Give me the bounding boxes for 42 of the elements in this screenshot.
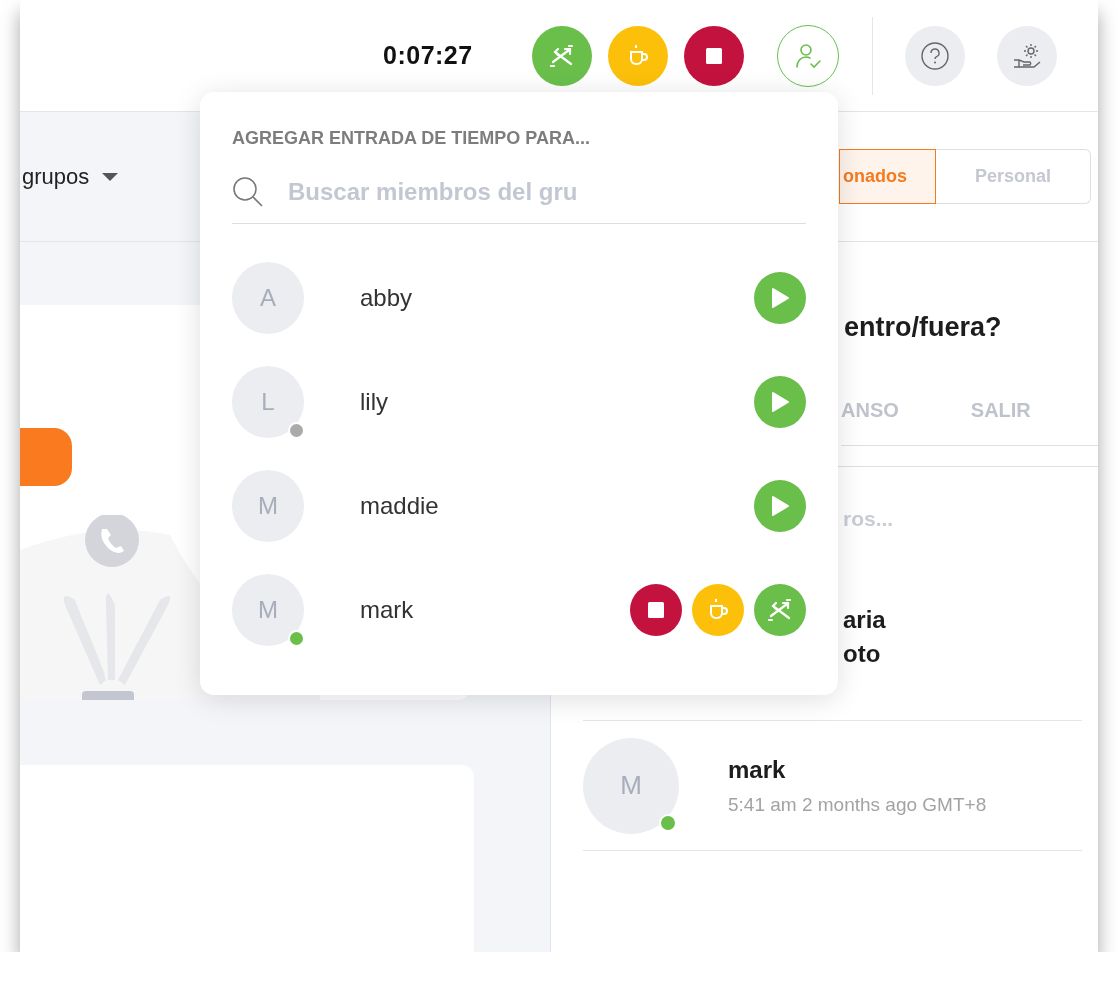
popup-title: AGREGAR ENTRADA DE TIEMPO PARA... <box>232 128 591 149</box>
member-name: mark <box>728 755 787 784</box>
timer-text: 0:07:27 <box>383 41 474 70</box>
play-icon <box>770 391 790 413</box>
member-search-field[interactable]: Buscar miembros del gru <box>288 177 806 206</box>
member-name: mark <box>360 596 415 624</box>
start-button[interactable] <box>754 272 806 324</box>
avatar: M <box>232 470 304 542</box>
play-icon <box>770 287 790 309</box>
tab[interactable]: ANSO <box>841 395 899 425</box>
avatar: M <box>583 737 679 834</box>
avatar: L <box>232 366 304 438</box>
last-seen-text: 5:41 am 2 months ago GMT+8 <box>728 793 987 816</box>
user-check-icon <box>794 41 822 70</box>
avatar: A <box>232 262 304 334</box>
cup-icon <box>707 598 729 622</box>
member-name: lily <box>360 388 389 416</box>
segment-button[interactable]: Personal <box>936 149 1091 204</box>
cup-icon <box>627 43 649 68</box>
search-icon <box>232 175 264 208</box>
tab[interactable]: SALIR <box>970 395 1031 425</box>
switch-button[interactable] <box>754 584 806 636</box>
segment-button[interactable]: onados <box>839 149 936 204</box>
swap-icon <box>767 598 793 622</box>
member-name: abby <box>360 284 414 312</box>
stop-icon <box>705 46 723 65</box>
swap-icon <box>549 43 575 68</box>
break-button[interactable] <box>692 584 744 636</box>
hand-gear-icon <box>1012 41 1042 70</box>
tag-background <box>20 428 72 486</box>
caret-icon <box>101 171 120 182</box>
help-icon <box>920 40 950 71</box>
stop-button[interactable] <box>630 584 682 636</box>
member-name: maddie <box>360 492 440 520</box>
play-icon <box>770 495 790 517</box>
start-button[interactable] <box>754 480 806 532</box>
question-heading: entro/fuera? <box>844 312 1003 343</box>
avatar: M <box>232 574 304 646</box>
stop-icon <box>647 601 665 619</box>
group-filter-dropdown[interactable]: grupos <box>22 163 120 190</box>
start-button[interactable] <box>754 376 806 428</box>
member-name: aria oto <box>843 605 886 669</box>
